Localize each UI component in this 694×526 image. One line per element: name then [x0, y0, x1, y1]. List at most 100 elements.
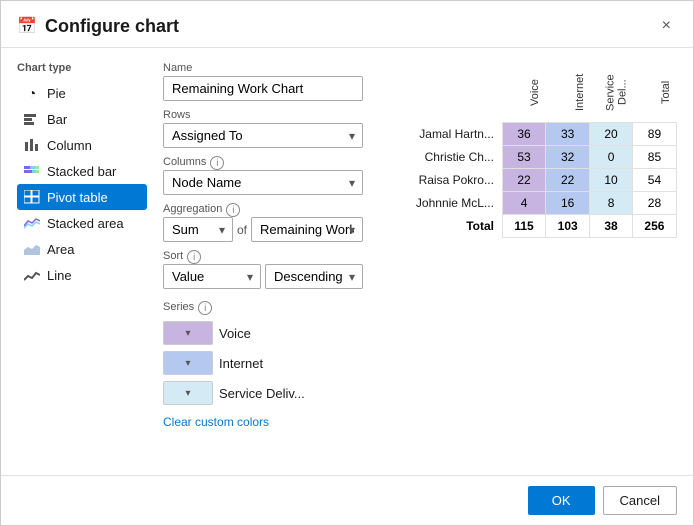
pivot-table: Voice Internet Service Del... Total Jama… [379, 62, 677, 238]
series-label: Series [163, 301, 194, 313]
table-col-voice: Voice [502, 62, 545, 122]
chart-type-stacked-area[interactable]: Stacked area [17, 210, 147, 236]
stacked-area-icon [23, 214, 41, 232]
rows-field-group: Rows Assigned To [163, 109, 363, 148]
total-2: 38 [590, 214, 633, 237]
columns-label-row: Columns i [163, 156, 363, 170]
row-label-2: Raisa Pokro... [379, 168, 502, 191]
column-label: Column [47, 138, 92, 153]
cell-1-0: 53 [502, 145, 545, 168]
chart-type-pivot[interactable]: Pivot table [17, 184, 147, 210]
pivot-label: Pivot table [47, 190, 108, 205]
dialog-footer: OK Cancel [1, 475, 693, 525]
sort-order-select[interactable]: Descending [265, 264, 363, 289]
total-1: 103 [546, 214, 590, 237]
cancel-button[interactable]: Cancel [603, 486, 677, 515]
ok-button[interactable]: OK [528, 486, 595, 515]
stacked-bar-label: Stacked bar [47, 164, 116, 179]
series-color-voice[interactable]: ▾ [163, 321, 213, 345]
columns-field-group: Columns i Node Name [163, 156, 363, 195]
row-label-0: Jamal Hartn... [379, 122, 502, 145]
dialog-title: Configure chart [45, 16, 179, 37]
chart-preview-panel: Voice Internet Service Del... Total Jama… [379, 62, 677, 461]
aggregation-field-wrapper: Remaining Work [251, 217, 363, 242]
name-input[interactable] [163, 76, 363, 101]
cell-2-1: 22 [546, 168, 590, 191]
series-chevron-voice: ▾ [185, 328, 190, 339]
chart-type-panel: Chart type ◔ Pie Bar Column [17, 62, 147, 461]
dialog-header: 📅 Configure chart × [1, 1, 693, 48]
chart-type-column[interactable]: Column [17, 132, 147, 158]
total-label: Total [379, 214, 502, 237]
form-panel: Name Rows Assigned To Columns i [163, 62, 363, 461]
name-field-group: Name [163, 62, 363, 101]
sort-field-group: Sort i Value Descending [163, 250, 363, 289]
series-info-icon[interactable]: i [198, 301, 212, 315]
rows-select-wrapper: Assigned To [163, 123, 363, 148]
area-label: Area [47, 242, 74, 257]
aggregation-func-wrapper: Sum [163, 217, 233, 242]
series-item-voice: ▾ Voice [163, 321, 363, 345]
chart-type-area[interactable]: Area [17, 236, 147, 262]
chart-type-label: Chart type [17, 62, 147, 74]
columns-info-icon[interactable]: i [210, 156, 224, 170]
aggregation-label: Aggregation [163, 203, 222, 215]
stacked-bar-icon [23, 162, 41, 180]
aggregation-label-row: Aggregation i [163, 203, 363, 217]
name-label: Name [163, 62, 363, 74]
chart-type-bar[interactable]: Bar [17, 106, 147, 132]
clear-custom-colors-link[interactable]: Clear custom colors [163, 415, 269, 429]
series-color-internet[interactable]: ▾ [163, 351, 213, 375]
cell-1-3: 85 [632, 145, 676, 168]
aggregation-of-label: of [237, 223, 247, 237]
chart-type-line[interactable]: Line [17, 262, 147, 288]
sort-field-wrapper: Value [163, 264, 261, 289]
series-name-service: Service Deliv... [219, 386, 305, 401]
chart-type-pie[interactable]: ◔ Pie [17, 80, 147, 106]
pie-icon: ◔ [23, 84, 41, 102]
table-row: Raisa Pokro... 22 22 10 54 [379, 168, 677, 191]
rows-label: Rows [163, 109, 363, 121]
cell-2-3: 54 [632, 168, 676, 191]
columns-select[interactable]: Node Name [163, 170, 363, 195]
aggregation-func-select[interactable]: Sum [163, 217, 233, 242]
series-color-service[interactable]: ▾ [163, 381, 213, 405]
rows-select[interactable]: Assigned To [163, 123, 363, 148]
close-button[interactable]: × [656, 15, 677, 37]
table-col-service: Service Del... [590, 62, 633, 122]
aggregation-field-select[interactable]: Remaining Work [251, 217, 363, 242]
configure-chart-dialog: 📅 Configure chart × Chart type ◔ Pie Bar [0, 0, 694, 526]
aggregation-row: Sum of Remaining Work [163, 217, 363, 242]
cell-0-3: 89 [632, 122, 676, 145]
dialog-body: Chart type ◔ Pie Bar Column [1, 48, 693, 475]
series-item-service: ▾ Service Deliv... [163, 381, 363, 405]
chart-type-stacked-bar[interactable]: Stacked bar [17, 158, 147, 184]
table-col-total: Total [632, 62, 676, 122]
cell-3-3: 28 [632, 191, 676, 214]
row-label-1: Christie Ch... [379, 145, 502, 168]
bar-icon [23, 110, 41, 128]
sort-order-wrapper: Descending [265, 264, 363, 289]
series-name-voice: Voice [219, 326, 251, 341]
cell-2-2: 10 [590, 168, 633, 191]
table-row: Jamal Hartn... 36 33 20 89 [379, 122, 677, 145]
aggregation-info-icon[interactable]: i [226, 203, 240, 217]
aggregation-field-group: Aggregation i Sum of Remaining Work [163, 203, 363, 242]
cell-0-2: 20 [590, 122, 633, 145]
sort-info-icon[interactable]: i [187, 250, 201, 264]
table-row: Christie Ch... 53 32 0 85 [379, 145, 677, 168]
cell-3-2: 8 [590, 191, 633, 214]
cell-3-1: 16 [546, 191, 590, 214]
cell-1-1: 32 [546, 145, 590, 168]
chart-icon: 📅 [17, 16, 37, 36]
table-row: Johnnie McL... 4 16 8 28 [379, 191, 677, 214]
series-item-internet: ▾ Internet [163, 351, 363, 375]
chart-type-list: ◔ Pie Bar Column [17, 80, 147, 288]
dialog-title-row: 📅 Configure chart [17, 16, 179, 37]
pie-label: Pie [47, 86, 66, 101]
cell-2-0: 22 [502, 168, 545, 191]
columns-select-wrapper: Node Name [163, 170, 363, 195]
series-section: Series i ▾ Voice ▾ Internet [163, 301, 363, 429]
cell-3-0: 4 [502, 191, 545, 214]
sort-field-select[interactable]: Value [163, 264, 261, 289]
